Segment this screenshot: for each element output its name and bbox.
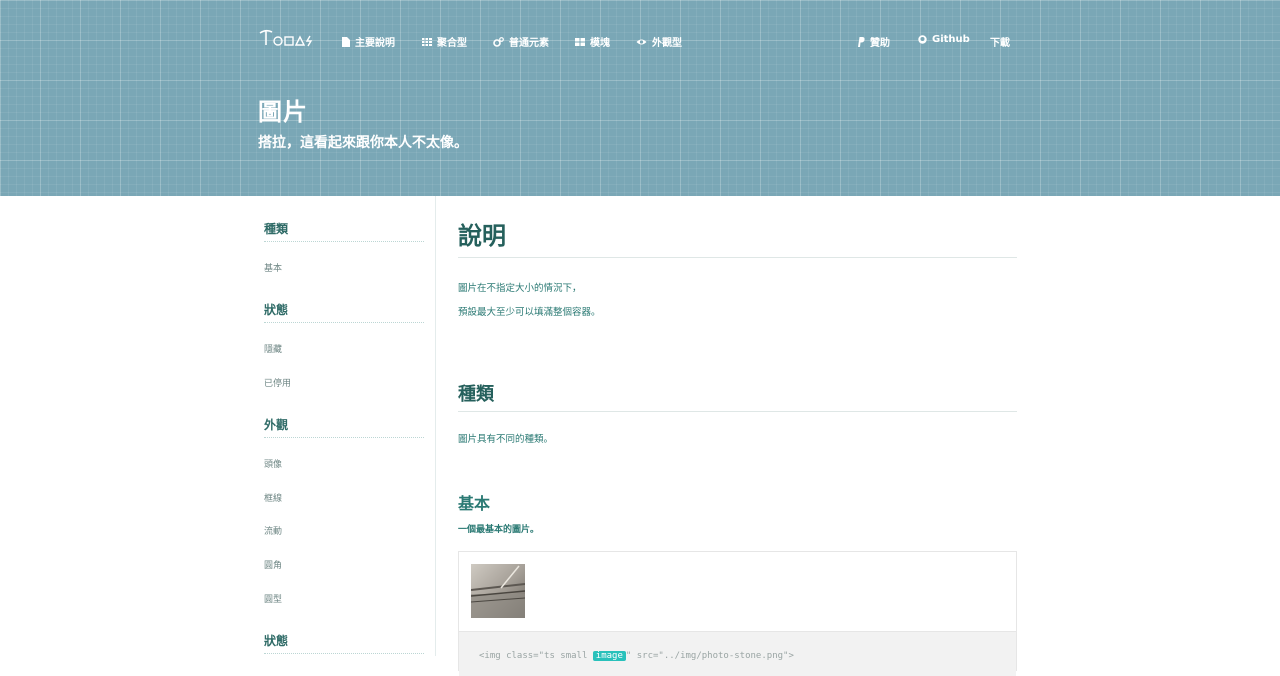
divider — [458, 411, 1017, 412]
nav-item-label: Github — [932, 34, 970, 45]
types-description: 圖片具有不同的種類。 — [458, 434, 554, 445]
sidebar-item-avatar[interactable]: 頭像 — [264, 457, 282, 470]
blocks-icon — [575, 37, 585, 46]
sidebar-item-fluid[interactable]: 流動 — [264, 524, 282, 537]
section-heading-types: 種類 — [458, 384, 494, 405]
example-photo — [471, 564, 525, 618]
code-text-before: <img class="ts small — [479, 651, 593, 661]
nav-item-label: 普通元素 — [509, 38, 549, 49]
code-snippet: <img class="ts small image " src="../img/… — [459, 631, 1016, 676]
sidebar-heading-appearance[interactable]: 外觀 — [264, 416, 424, 438]
nav-item-label: 模塊 — [590, 38, 610, 49]
sidebar-item-bordered[interactable]: 框線 — [264, 491, 282, 504]
nav-item-label: 聚合型 — [437, 38, 467, 49]
nav-item-modules[interactable]: 模塊 — [575, 34, 610, 49]
top-nav: 主要說明 聚合型 普通元素 模塊 外觀型 贊助 Github 下載 — [258, 28, 1010, 54]
nav-item-github[interactable]: Github — [918, 34, 970, 45]
nav-item-label: 外觀型 — [652, 38, 682, 49]
page-title: 圖片 — [258, 98, 308, 126]
sidebar-item-hidden[interactable]: 隱藏 — [264, 342, 282, 355]
nav-item-label: 主要說明 — [355, 38, 395, 49]
basic-description: 一個最基本的圖片。 — [458, 525, 540, 535]
sidebar-heading-states-2[interactable]: 狀態 — [264, 632, 424, 654]
grid-icon — [422, 37, 432, 46]
brand-logo[interactable] — [258, 28, 316, 50]
nav-item-views[interactable]: 外觀型 — [636, 34, 682, 49]
sidebar-item-basic[interactable]: 基本 — [264, 261, 282, 274]
sidebar-item-circular[interactable]: 圓型 — [264, 592, 282, 605]
eye-icon — [636, 39, 647, 44]
code-text-after: " src="../img/photo-stone.png"> — [625, 651, 794, 661]
nav-item-main-docs[interactable]: 主要說明 — [342, 34, 395, 49]
page-subtitle: 搭拉，這看起來跟你本人不太像。 — [258, 135, 468, 151]
page-header: 主要說明 聚合型 普通元素 模塊 外觀型 贊助 Github 下載 圖片 搭拉，… — [0, 0, 1280, 196]
nav-item-label: 下載 — [990, 38, 1010, 49]
sidebar-item-disabled[interactable]: 已停用 — [264, 376, 291, 389]
tocas-logo-icon — [259, 29, 313, 47]
cogs-icon — [493, 36, 504, 47]
file-icon — [342, 36, 350, 47]
github-icon — [918, 35, 927, 44]
sidebar: 種類 基本 狀態 隱藏 已停用 外觀 頭像 框線 流動 圓角 圓型 狀態 — [258, 196, 436, 656]
nav-item-download[interactable]: 下載 — [990, 34, 1010, 49]
section-heading-explain: 說明 — [458, 222, 506, 250]
nav-item-label: 贊助 — [870, 38, 890, 49]
sidebar-heading-types[interactable]: 種類 — [264, 220, 424, 242]
paypal-icon — [858, 36, 865, 47]
explain-line-2: 預設最大至少可以填滿整個容器。 — [458, 307, 601, 318]
divider — [458, 257, 1017, 258]
code-highlight: image — [592, 651, 626, 661]
section-heading-basic: 基本 — [458, 494, 491, 513]
nav-item-sponsor[interactable]: 贊助 — [857, 34, 890, 49]
stone-photo-image — [471, 564, 525, 618]
sidebar-item-rounded[interactable]: 圓角 — [264, 558, 282, 571]
nav-item-elements[interactable]: 普通元素 — [493, 34, 549, 49]
sidebar-heading-states[interactable]: 狀態 — [264, 301, 424, 323]
main-content: 說明 圖片在不指定大小的情況下， 預設最大至少可以填滿整個容器。 種類 圖片具有… — [458, 196, 1018, 676]
explain-line-1: 圖片在不指定大小的情況下， — [458, 283, 582, 294]
nav-item-collections[interactable]: 聚合型 — [422, 34, 467, 49]
example-box: <img class="ts small image " src="../img/… — [458, 551, 1017, 676]
